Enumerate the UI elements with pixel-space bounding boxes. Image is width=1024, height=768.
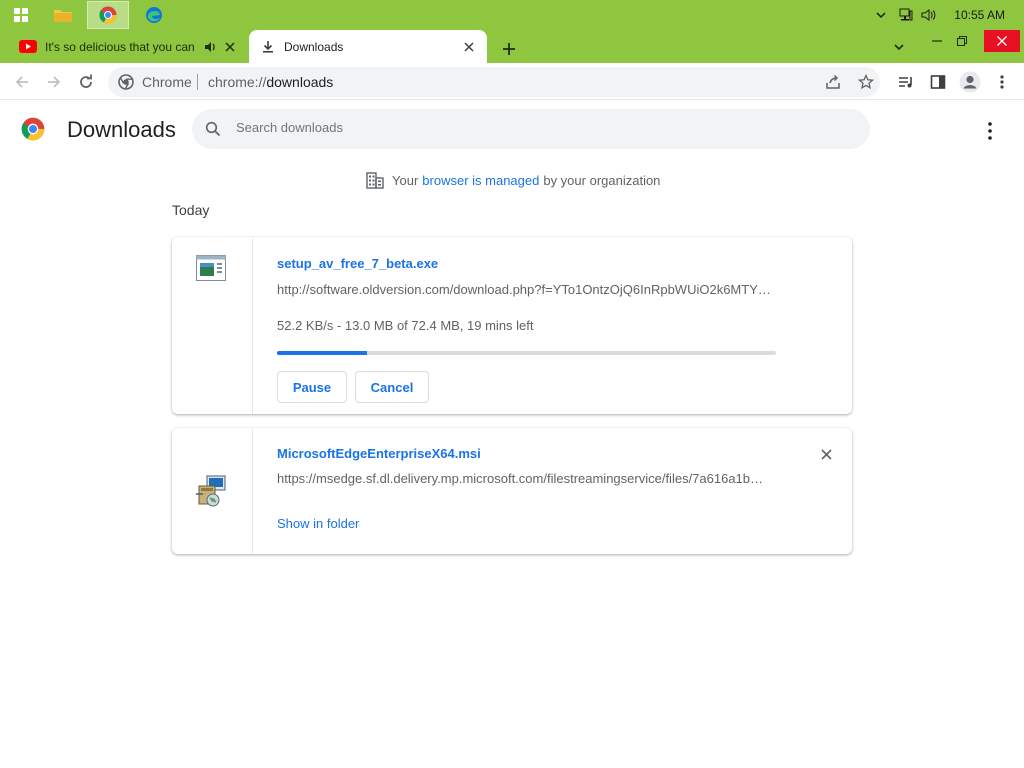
chevron-down-icon	[894, 44, 904, 51]
minimize-icon	[932, 40, 942, 42]
download-item: setup_av_free_7_beta.exe http://software…	[172, 237, 852, 414]
download-progress-bar	[277, 351, 776, 355]
exe-file-icon	[196, 255, 226, 281]
site-chip[interactable]: Chrome	[142, 74, 192, 90]
chevron-up-icon[interactable]	[874, 8, 888, 22]
download-icon	[263, 40, 273, 53]
url-path: downloads	[266, 74, 334, 90]
system-tray	[874, 0, 936, 30]
tab-title: It's so delicious that you can	[45, 39, 195, 54]
windows-icon	[14, 8, 28, 22]
page-title: Downloads	[67, 117, 176, 142]
media-queue-icon	[899, 77, 912, 88]
download-progress-fill	[277, 351, 367, 355]
forward-button[interactable]	[41, 69, 67, 95]
cancel-button[interactable]: Cancel	[355, 371, 429, 403]
omnibox-separator	[197, 74, 198, 90]
tab-youtube[interactable]: It's so delicious that you can	[8, 30, 248, 63]
show-in-folder-link[interactable]: Show in folder	[277, 516, 359, 531]
file-name-link[interactable]: setup_av_free_7_beta.exe	[277, 256, 438, 271]
building-icon	[366, 172, 384, 189]
start-button[interactable]	[0, 1, 42, 29]
search-input[interactable]	[236, 120, 836, 135]
address-bar[interactable]: Chrome chrome://downloads	[108, 67, 880, 97]
managed-prefix: Your	[392, 172, 419, 188]
volume-icon[interactable]	[920, 7, 936, 23]
back-button[interactable]	[9, 69, 35, 95]
close-icon	[997, 36, 1007, 46]
taskbar-chrome[interactable]	[87, 1, 129, 29]
managed-link[interactable]: browser is managed	[422, 173, 539, 188]
browser-toolbar: Chrome chrome://downloads	[0, 63, 1024, 100]
file-url[interactable]: http://software.oldversion.com/download.…	[277, 282, 777, 297]
chrome-logo-icon	[118, 74, 134, 90]
browser-menu-button[interactable]	[989, 69, 1015, 95]
folder-icon	[54, 10, 72, 22]
managed-notice: Your browser is managed by your organiza…	[366, 170, 660, 190]
file-icon-column	[172, 428, 253, 554]
side-panel-button[interactable]	[925, 69, 951, 95]
tab-search-button[interactable]	[884, 36, 914, 58]
downloads-menu-button[interactable]	[978, 119, 1002, 143]
remove-from-list-button[interactable]	[816, 444, 836, 464]
network-icon[interactable]	[898, 7, 914, 23]
pause-button[interactable]: Pause	[277, 371, 347, 403]
arrow-left-icon	[15, 76, 28, 88]
search-icon	[205, 121, 221, 137]
msi-installer-icon	[196, 475, 226, 507]
chrome-icon	[99, 6, 117, 24]
chrome-logo-icon	[21, 117, 45, 141]
url-text[interactable]: chrome://downloads	[208, 74, 333, 90]
taskbar: 10:55 AM	[0, 0, 1024, 30]
tab-title: Downloads	[284, 39, 344, 54]
window-close-button[interactable]	[984, 30, 1020, 52]
close-icon	[820, 448, 832, 460]
file-url[interactable]: https://msedge.sf.dl.delivery.mp.microso…	[277, 471, 777, 486]
download-item: MicrosoftEdgeEnterpriseX64.msi https://m…	[172, 428, 852, 554]
file-icon-column	[172, 237, 253, 414]
share-icon[interactable]	[825, 74, 841, 90]
restore-icon	[957, 36, 967, 46]
search-box[interactable]	[192, 109, 870, 149]
file-name-link[interactable]: MicrosoftEdgeEnterpriseX64.msi	[277, 446, 481, 461]
taskbar-edge[interactable]	[133, 1, 175, 29]
star-icon[interactable]	[858, 74, 874, 90]
more-vert-icon	[988, 122, 992, 140]
restore-button[interactable]	[947, 30, 977, 52]
arrow-right-icon	[48, 76, 61, 88]
media-controls-button[interactable]	[893, 69, 919, 95]
downloads-header: Downloads	[0, 101, 1024, 157]
reload-icon	[80, 74, 92, 88]
close-icon	[225, 42, 235, 52]
youtube-icon	[19, 40, 37, 53]
managed-suffix: by your organization	[543, 172, 661, 188]
edge-icon	[146, 7, 162, 23]
plus-icon	[503, 43, 515, 55]
tab-close-button[interactable]	[461, 39, 477, 55]
url-scheme: chrome://	[208, 74, 267, 90]
date-section-label: Today	[172, 202, 210, 218]
audio-playing-icon[interactable]	[204, 40, 218, 54]
taskbar-file-explorer[interactable]	[42, 1, 84, 29]
tab-downloads[interactable]: Downloads	[249, 30, 487, 63]
side-panel-icon	[930, 75, 946, 89]
more-vert-icon	[1000, 75, 1004, 89]
tab-close-button[interactable]	[222, 39, 238, 55]
avatar-icon	[959, 71, 981, 93]
download-status: 52.2 KB/s - 13.0 MB of 72.4 MB, 19 mins …	[277, 318, 534, 333]
clock[interactable]: 10:55 AM	[954, 0, 1005, 30]
profile-button[interactable]	[957, 69, 983, 95]
close-icon	[464, 42, 474, 52]
reload-button[interactable]	[73, 69, 99, 95]
new-tab-button[interactable]	[496, 36, 522, 62]
